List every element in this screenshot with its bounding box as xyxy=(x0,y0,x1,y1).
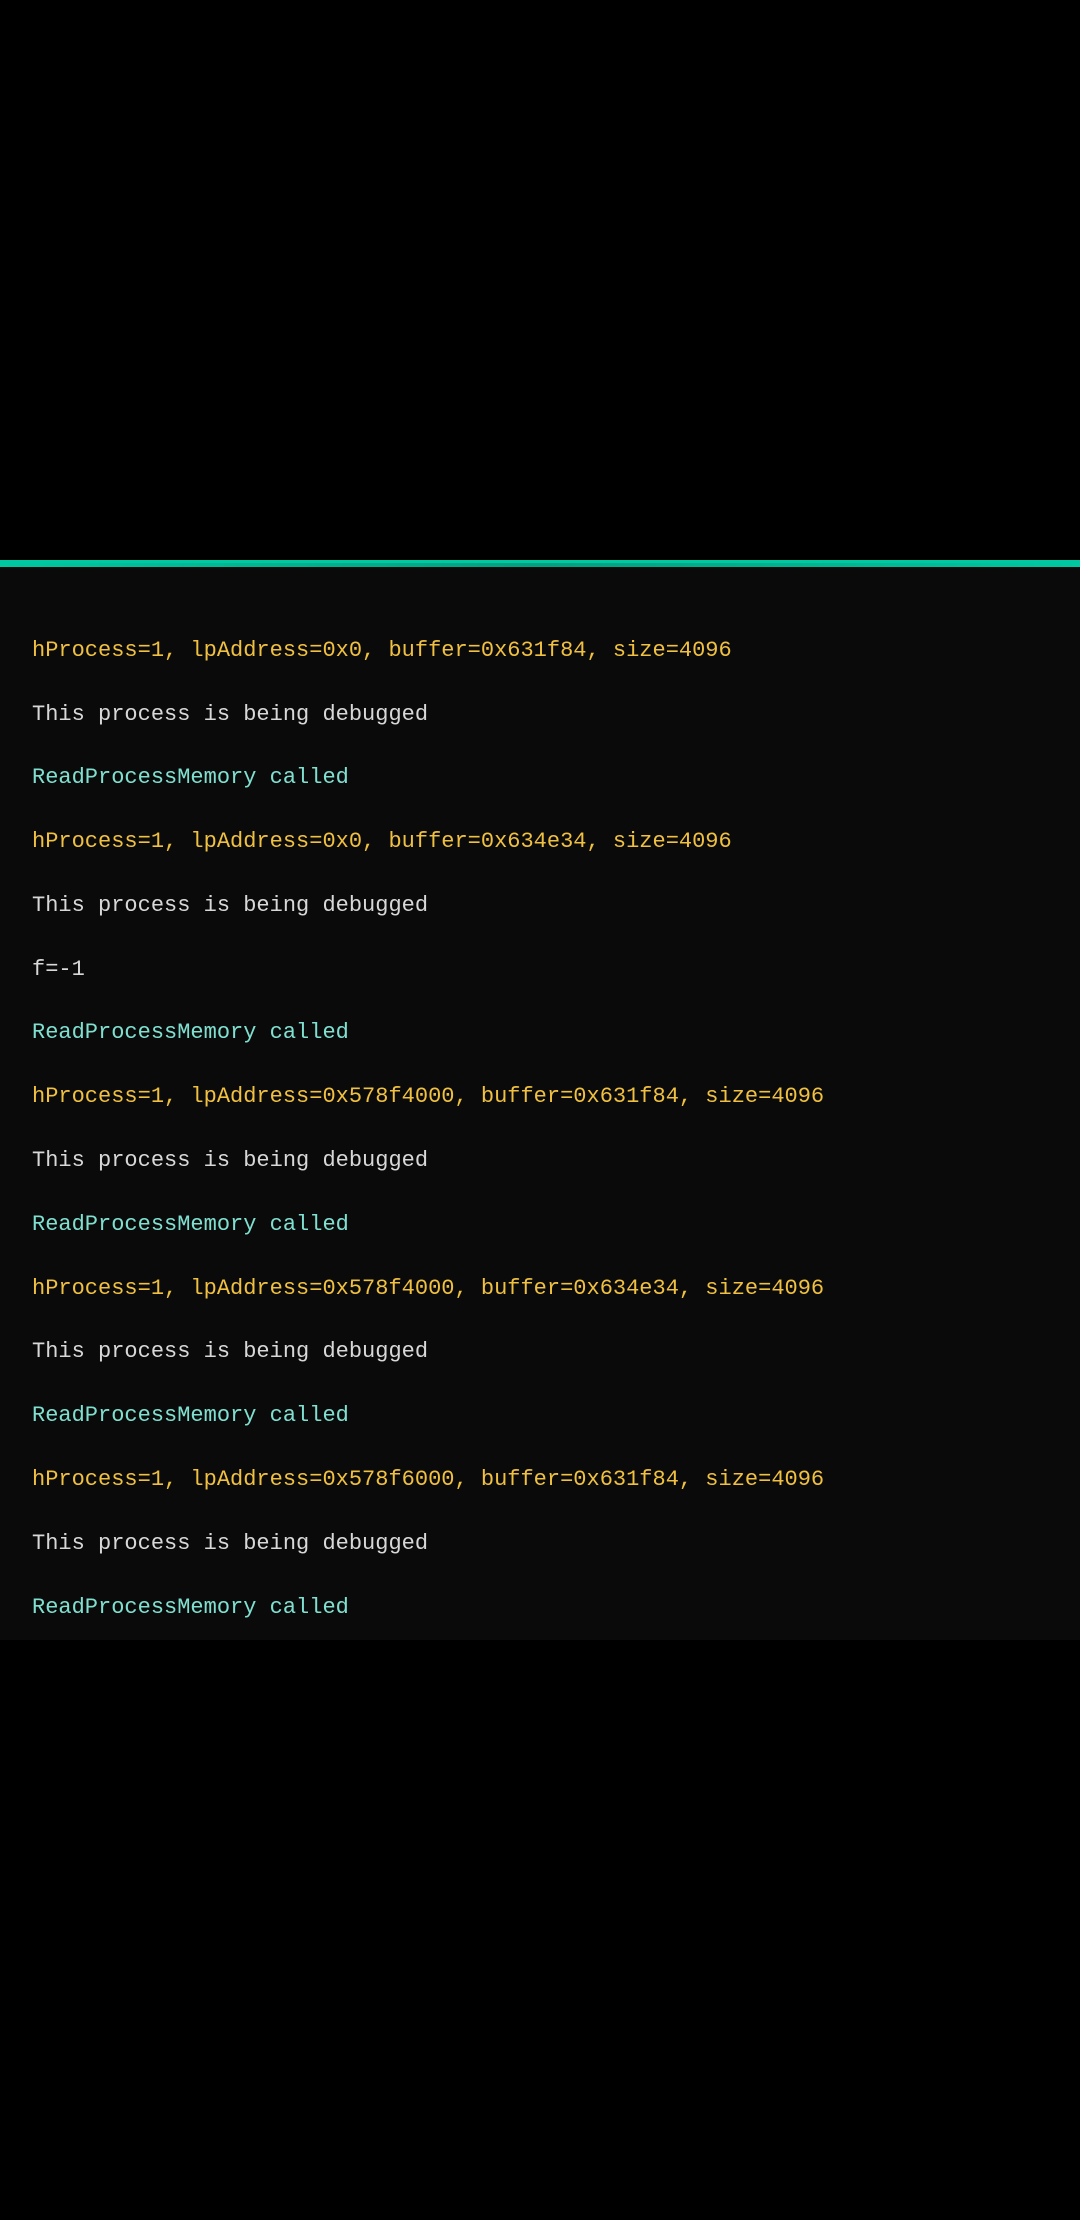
terminal-line: hProcess=1, lpAddress=0x578f6000, buffer… xyxy=(32,1464,1048,1496)
terminal-line: This process is being debugged xyxy=(32,1528,1048,1560)
top-black-area xyxy=(0,0,1080,560)
terminal-line: f=-1 xyxy=(32,954,1048,986)
terminal-line: ReadProcessMemory called xyxy=(32,1400,1048,1432)
terminal-line: hProcess=1, lpAddress=0x578f4000, buffer… xyxy=(32,1081,1048,1113)
terminal-line: hProcess=1, lpAddress=0x578f4000, buffer… xyxy=(32,1273,1048,1305)
terminal-line: This process is being debugged xyxy=(32,1145,1048,1177)
terminal-line: This process is being debugged xyxy=(32,699,1048,731)
terminal-line: ReadProcessMemory called xyxy=(32,1592,1048,1624)
terminal-line: hProcess=1, lpAddress=0x0, buffer=0x634e… xyxy=(32,826,1048,858)
terminal-line: hProcess=1, lpAddress=0x0, buffer=0x631f… xyxy=(32,635,1048,667)
terminal-line: ReadProcessMemory called xyxy=(32,1209,1048,1241)
terminal-line: This process is being debugged xyxy=(32,1336,1048,1368)
terminal-line: This process is being debugged xyxy=(32,890,1048,922)
terminal-output: hProcess=1, lpAddress=0x0, buffer=0x631f… xyxy=(32,571,1048,1640)
terminal-line: ReadProcessMemory called xyxy=(32,762,1048,794)
screen-wrapper: hProcess=1, lpAddress=0x0, buffer=0x631f… xyxy=(0,0,1080,2220)
bottom-black-area xyxy=(0,1640,1080,2220)
terminal-window: hProcess=1, lpAddress=0x0, buffer=0x631f… xyxy=(0,560,1080,1640)
terminal-line: ReadProcessMemory called xyxy=(32,1017,1048,1049)
